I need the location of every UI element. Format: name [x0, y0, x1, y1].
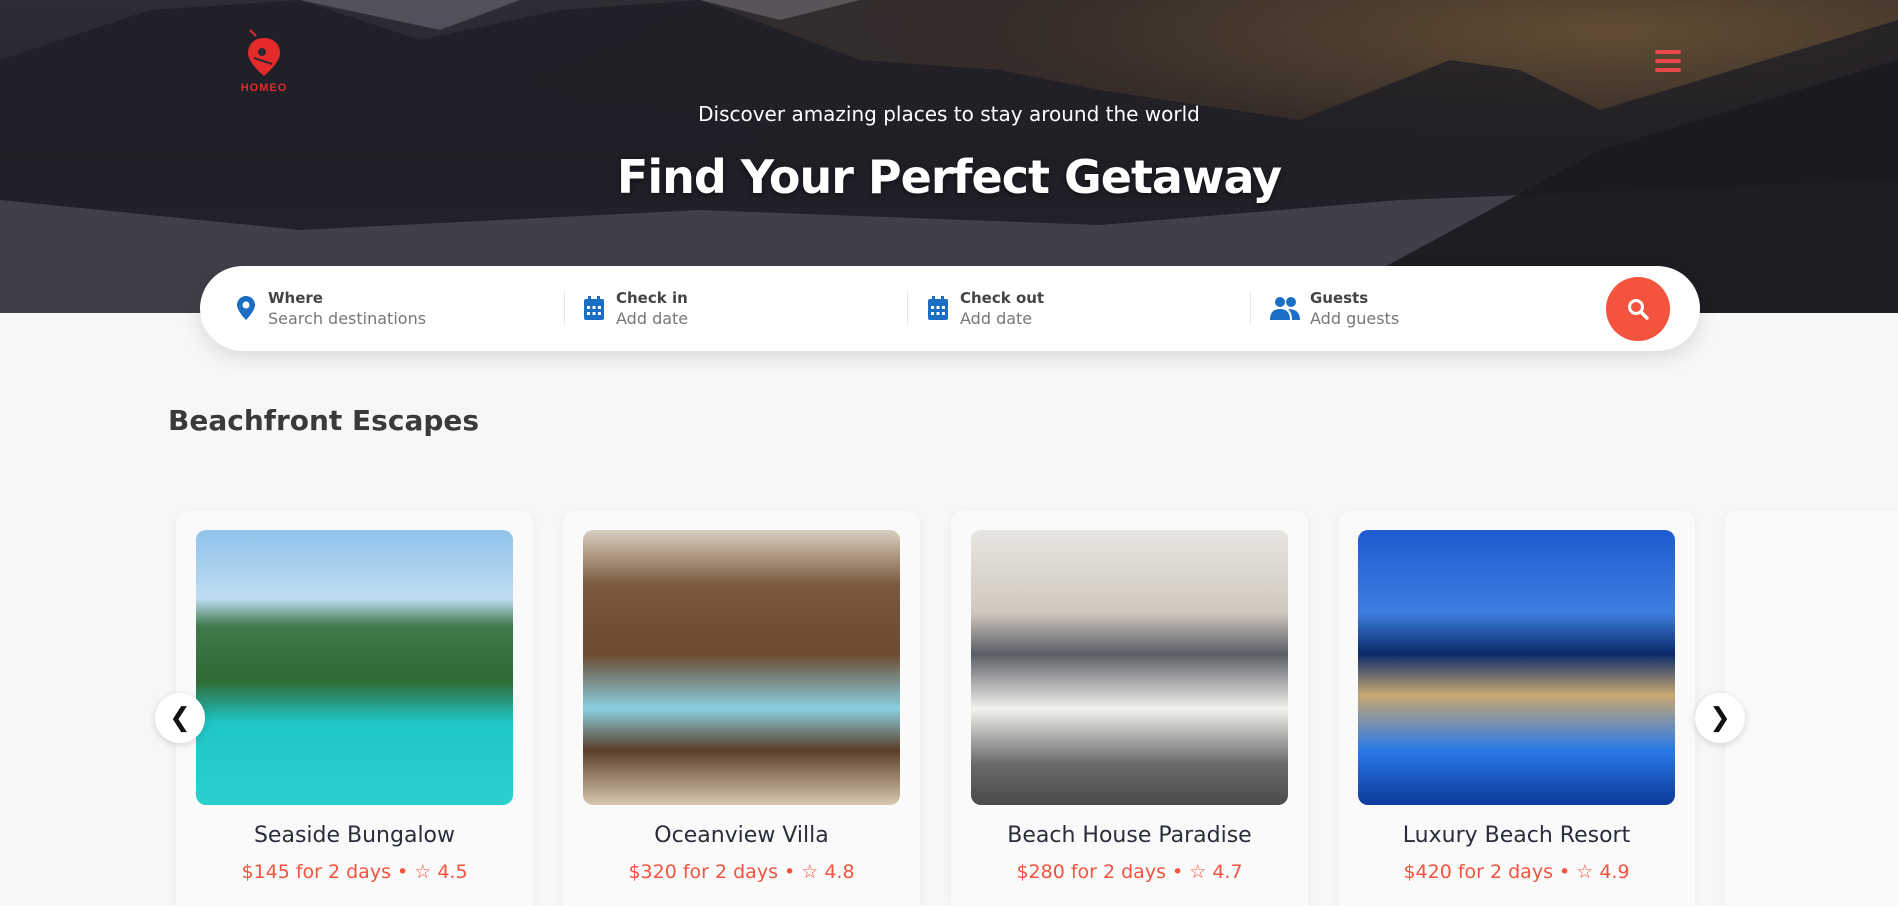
divider	[564, 292, 565, 324]
listing-card[interactable]: Oceanview Villa $320 for 2 days • ☆ 4.8	[563, 511, 920, 906]
hamburger-menu-icon[interactable]	[1655, 50, 1681, 72]
divider	[1250, 292, 1251, 324]
listing-name: Beach House Paradise	[1007, 823, 1252, 848]
where-label: Where	[268, 288, 323, 307]
listing-image	[1358, 530, 1675, 805]
carousel-prev-button[interactable]: ❮	[155, 693, 205, 743]
listing-price-rating: $145 for 2 days • ☆ 4.5	[241, 861, 468, 883]
check-in-field[interactable]: Check in Add date	[582, 288, 688, 328]
calendar-icon	[926, 295, 950, 321]
listing-image	[196, 530, 513, 805]
listing-card-partial[interactable]	[1725, 511, 1898, 906]
logo-text: HOMEO	[240, 82, 288, 94]
listing-price-rating: $320 for 2 days • ☆ 4.8	[628, 861, 855, 883]
listing-card[interactable]: Luxury Beach Resort $420 for 2 days • ☆ …	[1338, 511, 1695, 906]
users-icon	[1270, 295, 1300, 321]
listing-image	[583, 530, 900, 805]
section-title: Beachfront Escapes	[168, 404, 480, 437]
listing-name: Seaside Bungalow	[253, 823, 456, 848]
search-bar: Where Search destinations Check in Add dat…	[200, 266, 1700, 351]
calendar-icon	[582, 295, 606, 321]
hero-subtitle: Discover amazing places to stay around t…	[698, 102, 1200, 126]
divider	[907, 292, 908, 324]
logo-pin-icon	[248, 29, 280, 76]
carousel-next-button[interactable]: ❯	[1695, 693, 1745, 743]
search-button[interactable]	[1606, 277, 1670, 341]
map-pin-icon	[234, 295, 258, 321]
where-field[interactable]: Where Search destinations	[234, 288, 426, 328]
where-input[interactable]: Search destinations	[268, 309, 426, 328]
hero-title: Find Your Perfect Getaway	[616, 150, 1282, 204]
search-icon	[1628, 299, 1649, 320]
listing-name: Luxury Beach Resort	[1402, 823, 1631, 848]
check-in-input[interactable]: Add date	[616, 309, 688, 328]
check-out-field[interactable]: Check out Add date	[926, 288, 1044, 328]
listing-name: Oceanview Villa	[654, 823, 829, 848]
listing-card[interactable]: Seaside Bungalow $145 for 2 days • ☆ 4.5	[176, 511, 533, 906]
guests-input[interactable]: Add guests	[1310, 309, 1399, 328]
listing-price-rating: $280 for 2 days • ☆ 4.7	[1016, 861, 1243, 883]
listing-price-rating: $420 for 2 days • ☆ 4.9	[1403, 861, 1630, 883]
check-in-label: Check in	[616, 288, 688, 307]
homeo-logo[interactable]: HOMEO	[236, 26, 292, 94]
listing-image	[971, 530, 1288, 805]
check-out-input[interactable]: Add date	[960, 309, 1044, 328]
guests-field[interactable]: Guests Add guests	[1270, 288, 1399, 328]
guests-label: Guests	[1310, 288, 1369, 307]
check-out-label: Check out	[960, 288, 1045, 307]
listing-card[interactable]: Beach House Paradise $280 for 2 days • ☆…	[951, 511, 1308, 906]
